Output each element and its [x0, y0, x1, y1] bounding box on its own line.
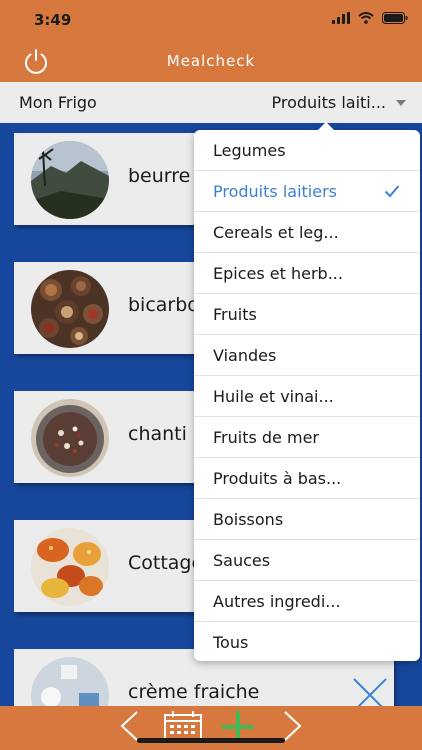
- dropdown-option-label: Cereals et leg...: [213, 223, 339, 242]
- chevron-right-icon[interactable]: [282, 710, 304, 742]
- dropdown-option-fruits[interactable]: Fruits: [194, 294, 420, 335]
- item-name: chanti: [128, 423, 187, 445]
- dropdown-option-label: Viandes: [213, 346, 277, 365]
- home-indicator: [137, 738, 285, 743]
- item-name: beurre: [128, 165, 191, 187]
- item-photo: [31, 657, 109, 706]
- battery-icon: [382, 12, 408, 24]
- category-bar: Mon Frigo Produits laiti...: [0, 82, 422, 123]
- status-time: 3:49: [34, 11, 72, 29]
- dropdown-option-tous[interactable]: Tous: [194, 622, 420, 663]
- status-icons: [332, 12, 408, 24]
- dropdown-option-label: Huile et vinai...: [213, 387, 334, 406]
- app-header: 3:49 Mealcheck: [0, 0, 422, 82]
- dropdown-option-label: Produits laitiers: [213, 182, 337, 201]
- dropdown-option-epices[interactable]: Epices et herb...: [194, 253, 420, 294]
- category-select[interactable]: Produits laiti...: [271, 93, 406, 112]
- fridge-label: Mon Frigo: [19, 93, 97, 112]
- checkmark-icon: [384, 185, 400, 198]
- chevron-left-icon[interactable]: [118, 710, 140, 742]
- dropdown-option-produits-a-base[interactable]: Produits à bas...: [194, 458, 420, 499]
- item-photo: [31, 399, 109, 477]
- dropdown-option-label: Autres ingredi...: [213, 592, 341, 611]
- delete-icon[interactable]: [350, 675, 390, 706]
- category-dropdown: Legumes Produits laitiers Cereals et leg…: [194, 122, 420, 663]
- dropdown-option-label: Produits à bas...: [213, 469, 342, 488]
- dropdown-option-boissons[interactable]: Boissons: [194, 499, 420, 540]
- bottom-toolbar: [0, 706, 422, 750]
- dropdown-option-autres[interactable]: Autres ingredi...: [194, 581, 420, 622]
- dropdown-option-produits-laitiers[interactable]: Produits laitiers: [194, 171, 420, 212]
- dropdown-option-label: Fruits de mer: [213, 428, 319, 447]
- item-photo: [31, 270, 109, 348]
- dropdown-option-sauces[interactable]: Sauces: [194, 540, 420, 581]
- dropdown-option-cereals[interactable]: Cereals et leg...: [194, 212, 420, 253]
- dropdown-option-label: Fruits: [213, 305, 257, 324]
- dropdown-option-legumes[interactable]: Legumes: [194, 130, 420, 171]
- item-photo: [31, 528, 109, 606]
- item-name: Cottage: [128, 552, 204, 574]
- signal-icon: [332, 12, 350, 24]
- dropdown-option-label: Boissons: [213, 510, 284, 529]
- dropdown-option-label: Epices et herb...: [213, 264, 343, 283]
- dropdown-option-label: Sauces: [213, 551, 271, 570]
- app-title: Mealcheck: [166, 52, 256, 70]
- item-photo: [31, 141, 109, 219]
- dropdown-option-huile[interactable]: Huile et vinai...: [194, 376, 420, 417]
- dropdown-option-fruits-de-mer[interactable]: Fruits de mer: [194, 417, 420, 458]
- dropdown-option-label: Legumes: [213, 141, 286, 160]
- dropdown-option-viandes[interactable]: Viandes: [194, 335, 420, 376]
- item-name: crème fraiche: [128, 681, 260, 703]
- dropdown-option-label: Tous: [213, 633, 249, 652]
- category-select-value: Produits laiti...: [271, 93, 387, 112]
- chevron-down-icon: [396, 99, 406, 106]
- wifi-icon: [358, 12, 374, 24]
- item-name: bicarbo: [128, 294, 199, 316]
